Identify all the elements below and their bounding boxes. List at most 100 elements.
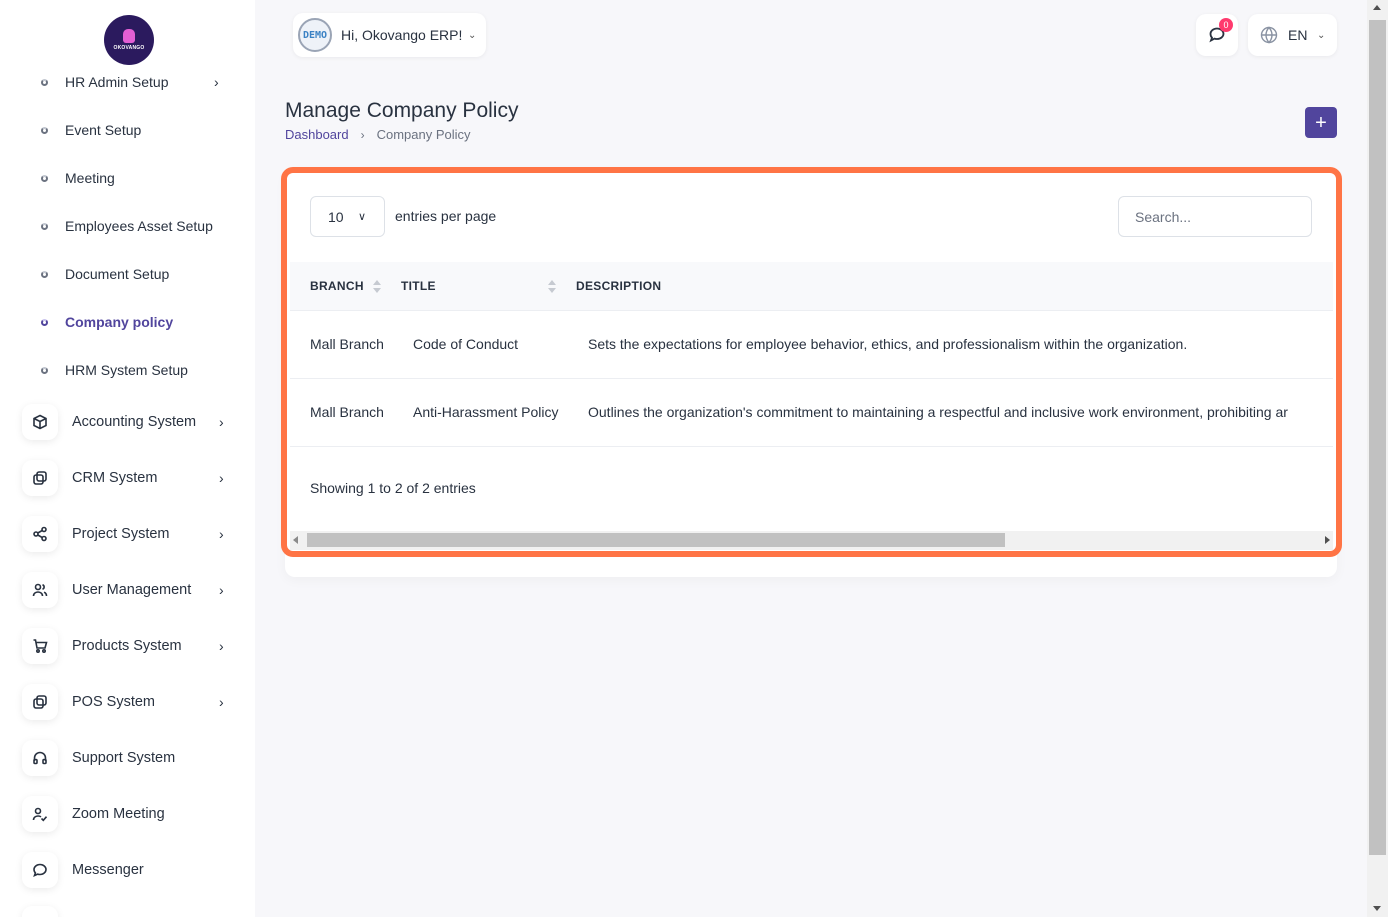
horizontal-scrollbar[interactable]	[290, 531, 1333, 550]
chevron-right-icon: ›	[214, 74, 219, 90]
breadcrumb-dashboard-link[interactable]: Dashboard	[285, 127, 349, 142]
sidebar-item-label: Company policy	[65, 314, 174, 330]
policy-table-container: 10 ∨ entries per page BRANCH TITLE DESCR…	[290, 176, 1333, 550]
column-header-branch[interactable]: BRANCH	[310, 279, 364, 293]
notification-badge: 0	[1219, 18, 1233, 32]
bullet-icon	[41, 222, 48, 230]
bullet-icon	[41, 78, 48, 86]
sidebar-item-event-setup[interactable]: Event Setup	[0, 115, 255, 145]
sidebar-item-label: Products System	[72, 638, 182, 654]
sidebar-item-company-policy[interactable]: Company policy	[0, 307, 255, 337]
page-title: Manage Company Policy	[285, 99, 519, 122]
users-icon	[22, 572, 58, 608]
sidebar-item-zoom-meeting[interactable]: Zoom Meeting	[0, 794, 255, 834]
share-icon	[22, 516, 58, 552]
sidebar: OKOVANGO HR Admin Setup › Event Setup Me…	[0, 0, 255, 917]
sort-icon[interactable]	[373, 278, 381, 296]
search-input[interactable]	[1118, 196, 1312, 237]
sidebar-item-crm-system[interactable]: CRM System ›	[0, 458, 255, 498]
bullet-icon	[41, 366, 48, 374]
page-scrollbar[interactable]	[1367, 0, 1388, 917]
company-logo[interactable]: OKOVANGO	[104, 15, 154, 65]
scrollbar-thumb[interactable]	[307, 533, 1005, 547]
sidebar-item-label: Meeting	[65, 170, 115, 186]
cell-description: Outlines the organization's commitment t…	[588, 404, 1288, 420]
sidebar-item-meeting[interactable]: Meeting	[0, 163, 255, 193]
cell-title: Anti-Harassment Policy	[413, 404, 559, 420]
box-icon	[22, 404, 58, 440]
column-header-description: DESCRIPTION	[576, 279, 662, 293]
sidebar-item-next[interactable]	[0, 904, 255, 917]
logo-mascot-icon	[123, 29, 135, 43]
column-header-title[interactable]: TITLE	[401, 279, 436, 293]
message-icon	[22, 852, 58, 888]
sidebar-item-hr-admin-setup[interactable]: HR Admin Setup ›	[0, 67, 255, 97]
scroll-right-icon[interactable]	[1325, 536, 1330, 544]
entries-per-page-label: entries per page	[395, 208, 497, 224]
sidebar-item-label: Accounting System	[72, 414, 197, 430]
breadcrumb-separator-icon: ›	[360, 127, 365, 142]
cell-branch: Mall Branch	[310, 404, 384, 420]
sidebar-item-messenger[interactable]: Messenger	[0, 850, 255, 890]
notifications-button[interactable]: 0	[1196, 14, 1238, 56]
chevron-right-icon: ›	[219, 526, 224, 542]
user-menu-dropdown[interactable]: DEMO Hi, Okovango ERP! ⌄	[293, 13, 486, 57]
entries-per-page-select[interactable]: 10 ∨	[310, 196, 385, 237]
table-info: Showing 1 to 2 of 2 entries	[310, 480, 476, 496]
globe-icon	[1260, 26, 1278, 44]
sidebar-item-document-setup[interactable]: Document Setup	[0, 259, 255, 289]
layers-icon	[22, 460, 58, 496]
user-greeting: Hi, Okovango ERP!	[341, 27, 463, 43]
sidebar-item-label: Project System	[72, 526, 170, 542]
sort-icon[interactable]	[548, 278, 556, 296]
breadcrumb: Dashboard › Company Policy	[285, 127, 471, 142]
sidebar-item-accounting-system[interactable]: Accounting System ›	[0, 402, 255, 442]
bullet-icon	[41, 318, 48, 326]
chevron-right-icon: ›	[219, 638, 224, 654]
sidebar-item-user-management[interactable]: User Management ›	[0, 570, 255, 610]
chevron-right-icon: ›	[219, 470, 224, 486]
layers-icon	[22, 684, 58, 720]
breadcrumb-current: Company Policy	[376, 127, 471, 142]
sidebar-item-products-system[interactable]: Products System ›	[0, 626, 255, 666]
headphones-icon	[22, 740, 58, 776]
scrollbar-thumb[interactable]	[1369, 20, 1386, 855]
sidebar-item-pos-system[interactable]: POS System ›	[0, 682, 255, 722]
partial-icon	[22, 906, 58, 917]
avatar: DEMO	[298, 18, 332, 52]
chevron-down-icon: ⌄	[1317, 29, 1326, 41]
sidebar-item-label: Messenger	[72, 862, 144, 878]
sidebar-item-label: Zoom Meeting	[72, 806, 165, 822]
sidebar-item-employees-asset-setup[interactable]: Employees Asset Setup	[0, 211, 255, 241]
user-check-icon	[22, 796, 58, 832]
sidebar-item-label: Support System	[72, 750, 176, 766]
sidebar-item-support-system[interactable]: Support System	[0, 738, 255, 778]
cell-branch: Mall Branch	[310, 336, 384, 352]
table-row: Mall Branch Code of Conduct Sets the exp…	[290, 312, 1333, 379]
bullet-icon	[41, 174, 48, 182]
add-policy-button[interactable]: +	[1305, 107, 1337, 138]
logo-text: OKOVANGO	[113, 45, 145, 51]
cell-title: Code of Conduct	[413, 336, 519, 352]
cart-icon	[22, 628, 58, 664]
sidebar-item-label: Event Setup	[65, 122, 142, 138]
language-code: EN	[1288, 27, 1308, 43]
sidebar-item-label: HRM System Setup	[65, 362, 188, 378]
chevron-down-icon: ⌄	[468, 29, 477, 41]
chevron-right-icon: ›	[219, 414, 224, 430]
scroll-down-icon[interactable]	[1373, 906, 1381, 911]
scroll-left-icon[interactable]	[293, 536, 298, 544]
sidebar-item-label: User Management	[72, 582, 192, 598]
language-dropdown[interactable]: EN ⌄	[1248, 14, 1337, 56]
bullet-icon	[41, 126, 48, 134]
avatar-text: DEMO	[302, 29, 328, 41]
per-page-value: 10	[328, 208, 344, 225]
table-header: BRANCH TITLE DESCRIPTION	[290, 262, 1333, 311]
table-row: Mall Branch Anti-Harassment Policy Outli…	[290, 380, 1333, 447]
sidebar-item-hrm-system-setup[interactable]: HRM System Setup	[0, 355, 255, 385]
sidebar-item-project-system[interactable]: Project System ›	[0, 514, 255, 554]
sidebar-item-label: HR Admin Setup	[65, 74, 169, 90]
chevron-down-icon: ∨	[358, 211, 367, 223]
sidebar-item-label: CRM System	[72, 470, 158, 486]
scroll-up-icon[interactable]	[1373, 5, 1381, 10]
